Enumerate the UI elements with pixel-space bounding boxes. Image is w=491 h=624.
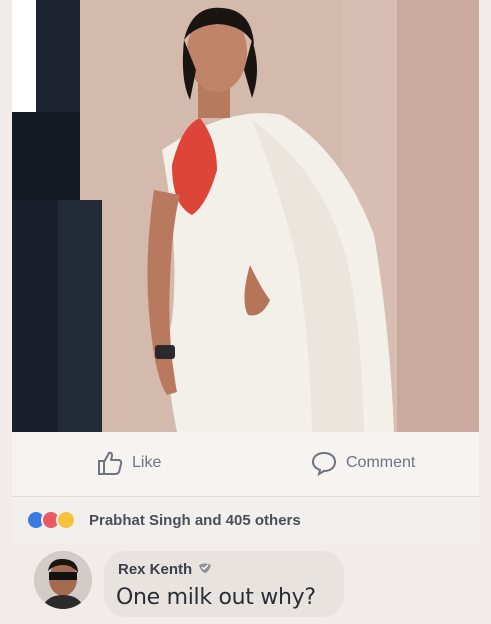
facebook-post: Like Comment Prabhat Singh and 405 other… bbox=[0, 0, 491, 624]
comment-author[interactable]: Rex Kenth bbox=[118, 561, 212, 578]
post-photo[interactable] bbox=[12, 0, 479, 432]
post-image bbox=[12, 0, 479, 432]
comment-bubble: Rex Kenth One milk out why? bbox=[104, 551, 344, 617]
reactions-text: Prabhat Singh and 405 others bbox=[89, 511, 301, 529]
speech-bubble-icon bbox=[310, 450, 338, 476]
thumbs-up-icon bbox=[96, 450, 124, 476]
haha-reaction-icon bbox=[56, 510, 76, 530]
like-button[interactable]: Like bbox=[96, 450, 161, 476]
comment-text: One milk out why? bbox=[116, 585, 316, 610]
verified-badge-icon bbox=[198, 561, 212, 578]
avatar[interactable] bbox=[34, 551, 92, 609]
comment-item: Rex Kenth One milk out why? bbox=[12, 543, 479, 624]
reaction-icons bbox=[26, 510, 76, 530]
reactions-summary[interactable]: Prabhat Singh and 405 others bbox=[12, 497, 479, 543]
post-actions-bar: Like Comment bbox=[12, 432, 479, 497]
like-label: Like bbox=[132, 454, 162, 471]
comment-author-name[interactable]: Rex Kenth bbox=[118, 561, 192, 578]
comment-label: Comment bbox=[346, 454, 416, 471]
comment-button[interactable]: Comment bbox=[310, 450, 415, 476]
